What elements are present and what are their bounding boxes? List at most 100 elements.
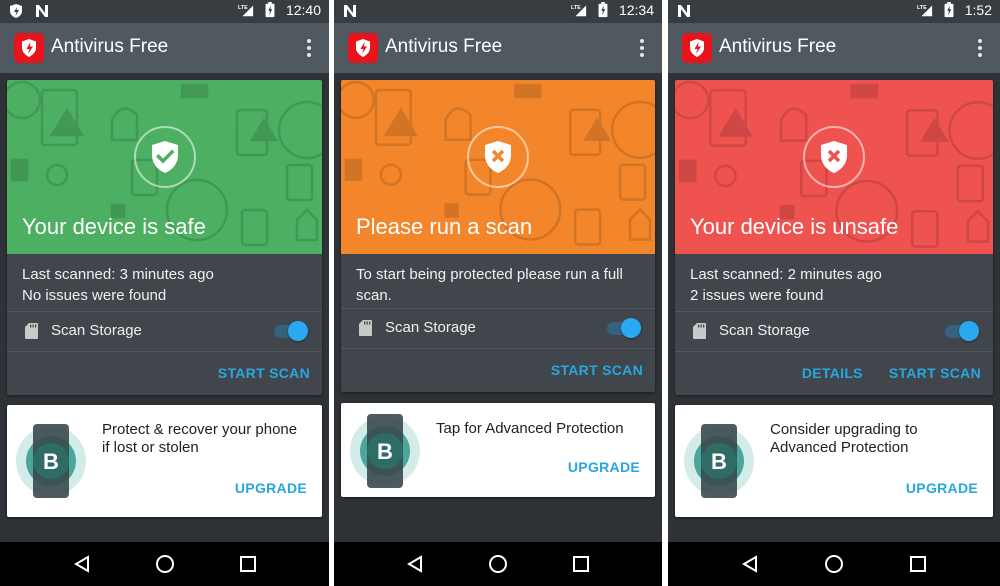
phone-screen-unsafe: LTE 1:52 Antivirus Free Your device is u… <box>668 0 1000 586</box>
n-notification-icon <box>36 5 48 17</box>
start-scan-button[interactable]: START SCAN <box>889 365 981 381</box>
upgrade-button[interactable]: UPGRADE <box>235 480 307 496</box>
app-bar: Antivirus Free <box>668 23 1000 73</box>
sd-card-icon <box>693 323 706 339</box>
scan-summary: Last scanned: 2 minutes ago 2 issues wer… <box>690 264 978 306</box>
status-badge <box>467 126 529 188</box>
promo-text: Tap for Advanced Protection <box>436 420 624 437</box>
app-title: Antivirus Free <box>719 36 837 57</box>
status-card: Your device is unsafe Last scanned: 2 mi… <box>675 80 993 395</box>
status-card: Your device is safe Last scanned: 3 minu… <box>7 80 322 395</box>
scan-storage-toggle[interactable] <box>607 318 641 338</box>
shield-check-icon <box>151 141 178 173</box>
last-scanned-text: Last scanned: 2 minutes ago <box>690 266 882 283</box>
details-button[interactable]: DETAILS <box>802 365 863 381</box>
home-icon[interactable] <box>823 553 845 575</box>
phone-screen-safe: LTE 12:40 Antivirus Free Your device is … <box>0 0 329 586</box>
overflow-menu-icon[interactable] <box>970 35 990 61</box>
status-card: Please run a scan To start being protect… <box>341 80 655 392</box>
recents-icon[interactable] <box>907 553 929 575</box>
status-badge <box>803 126 865 188</box>
status-title: Please run a scan <box>356 214 533 239</box>
issues-found-text: No issues were found <box>22 287 167 304</box>
battery-charging-icon <box>598 2 608 18</box>
status-title: Your device is unsafe <box>690 214 899 239</box>
upgrade-promo-card[interactable]: B Protect & recover your phone if lost o… <box>7 405 322 517</box>
battery-charging-icon <box>265 2 275 18</box>
back-icon[interactable] <box>739 553 761 575</box>
svg-text:B: B <box>711 449 727 474</box>
divider <box>341 348 655 349</box>
back-icon[interactable] <box>404 553 426 575</box>
sd-card-icon <box>359 320 372 336</box>
status-bar: LTE 12:34 <box>334 0 662 23</box>
android-nav-bar <box>668 542 1000 586</box>
scan-storage-row[interactable]: Scan Storage <box>341 309 655 347</box>
upgrade-button[interactable]: UPGRADE <box>906 480 978 496</box>
divider <box>7 351 322 352</box>
divider <box>675 351 993 352</box>
svg-text:B: B <box>43 449 59 474</box>
bitdefender-phone-illustration: B <box>350 414 420 488</box>
lte-signal-icon: LTE <box>571 5 587 17</box>
home-icon[interactable] <box>487 553 509 575</box>
scan-prompt-text: To start being protected please run a fu… <box>356 266 623 304</box>
card-actions: START SCAN <box>551 362 643 378</box>
recents-icon[interactable] <box>570 553 592 575</box>
status-title: Your device is safe <box>22 214 206 239</box>
upgrade-button[interactable]: UPGRADE <box>568 459 640 475</box>
shield-x-icon <box>821 141 847 173</box>
status-hero: Your device is unsafe <box>675 80 993 254</box>
svg-text:LTE: LTE <box>238 5 248 11</box>
bitdefender-logo-icon <box>682 33 712 63</box>
overflow-menu-icon[interactable] <box>632 35 652 61</box>
scan-storage-label: Scan Storage <box>51 322 142 339</box>
clock: 1:52 <box>964 2 992 18</box>
back-icon[interactable] <box>71 553 93 575</box>
lte-signal-icon: LTE <box>917 5 932 17</box>
recents-icon[interactable] <box>237 553 259 575</box>
bitdefender-phone-illustration: B <box>16 424 86 498</box>
status-hero: Your device is safe <box>7 80 322 254</box>
phone-screen-warning: LTE 12:34 Antivirus Free Please run a sc… <box>334 0 662 586</box>
battery-charging-icon <box>944 2 954 18</box>
clock: 12:34 <box>618 2 654 18</box>
upgrade-promo-card[interactable]: B Tap for Advanced Protection UPGRADE <box>341 403 655 497</box>
status-badge <box>133 126 196 188</box>
svg-text:LTE: LTE <box>917 5 927 11</box>
scan-summary: Last scanned: 3 minutes ago No issues we… <box>22 264 307 306</box>
app-bar: Antivirus Free <box>0 23 329 73</box>
shield-x-icon <box>485 141 511 173</box>
bitdefender-logo-icon <box>348 33 378 63</box>
clock: 12:40 <box>285 2 321 18</box>
issues-found-text: 2 issues were found <box>690 287 824 304</box>
scan-summary: To start being protected please run a fu… <box>356 264 640 306</box>
home-icon[interactable] <box>154 553 176 575</box>
scan-storage-row[interactable]: Scan Storage <box>7 312 322 350</box>
svg-text:LTE: LTE <box>571 5 581 11</box>
bitdefender-logo-icon <box>14 33 44 63</box>
svg-text:B: B <box>377 439 393 464</box>
lte-signal-icon: LTE <box>238 5 254 17</box>
n-notification-icon <box>678 5 690 17</box>
scan-storage-label: Scan Storage <box>719 322 810 339</box>
sd-card-icon <box>25 323 38 339</box>
android-nav-bar <box>0 542 329 586</box>
app-bar: Antivirus Free <box>334 23 662 73</box>
n-notification-icon <box>344 5 356 17</box>
upgrade-promo-card[interactable]: B Consider upgrading to Advanced Protect… <box>675 405 993 517</box>
scan-storage-row[interactable]: Scan Storage <box>675 312 993 350</box>
card-actions: START SCAN <box>218 365 310 381</box>
scan-storage-toggle[interactable] <box>945 321 979 341</box>
start-scan-button[interactable]: START SCAN <box>551 362 643 378</box>
card-actions: DETAILS START SCAN <box>802 365 981 381</box>
start-scan-button[interactable]: START SCAN <box>218 365 310 381</box>
promo-text: Consider upgrading to Advanced Protectio… <box>770 421 918 456</box>
bitdefender-shield-icon <box>10 4 22 18</box>
app-title: Antivirus Free <box>385 36 503 57</box>
promo-text: Protect & recover your phone if lost or … <box>102 421 298 456</box>
scan-storage-toggle[interactable] <box>274 321 308 341</box>
bitdefender-phone-illustration: B <box>684 424 754 498</box>
overflow-menu-icon[interactable] <box>299 35 319 61</box>
status-bar: LTE 1:52 <box>668 0 1000 23</box>
